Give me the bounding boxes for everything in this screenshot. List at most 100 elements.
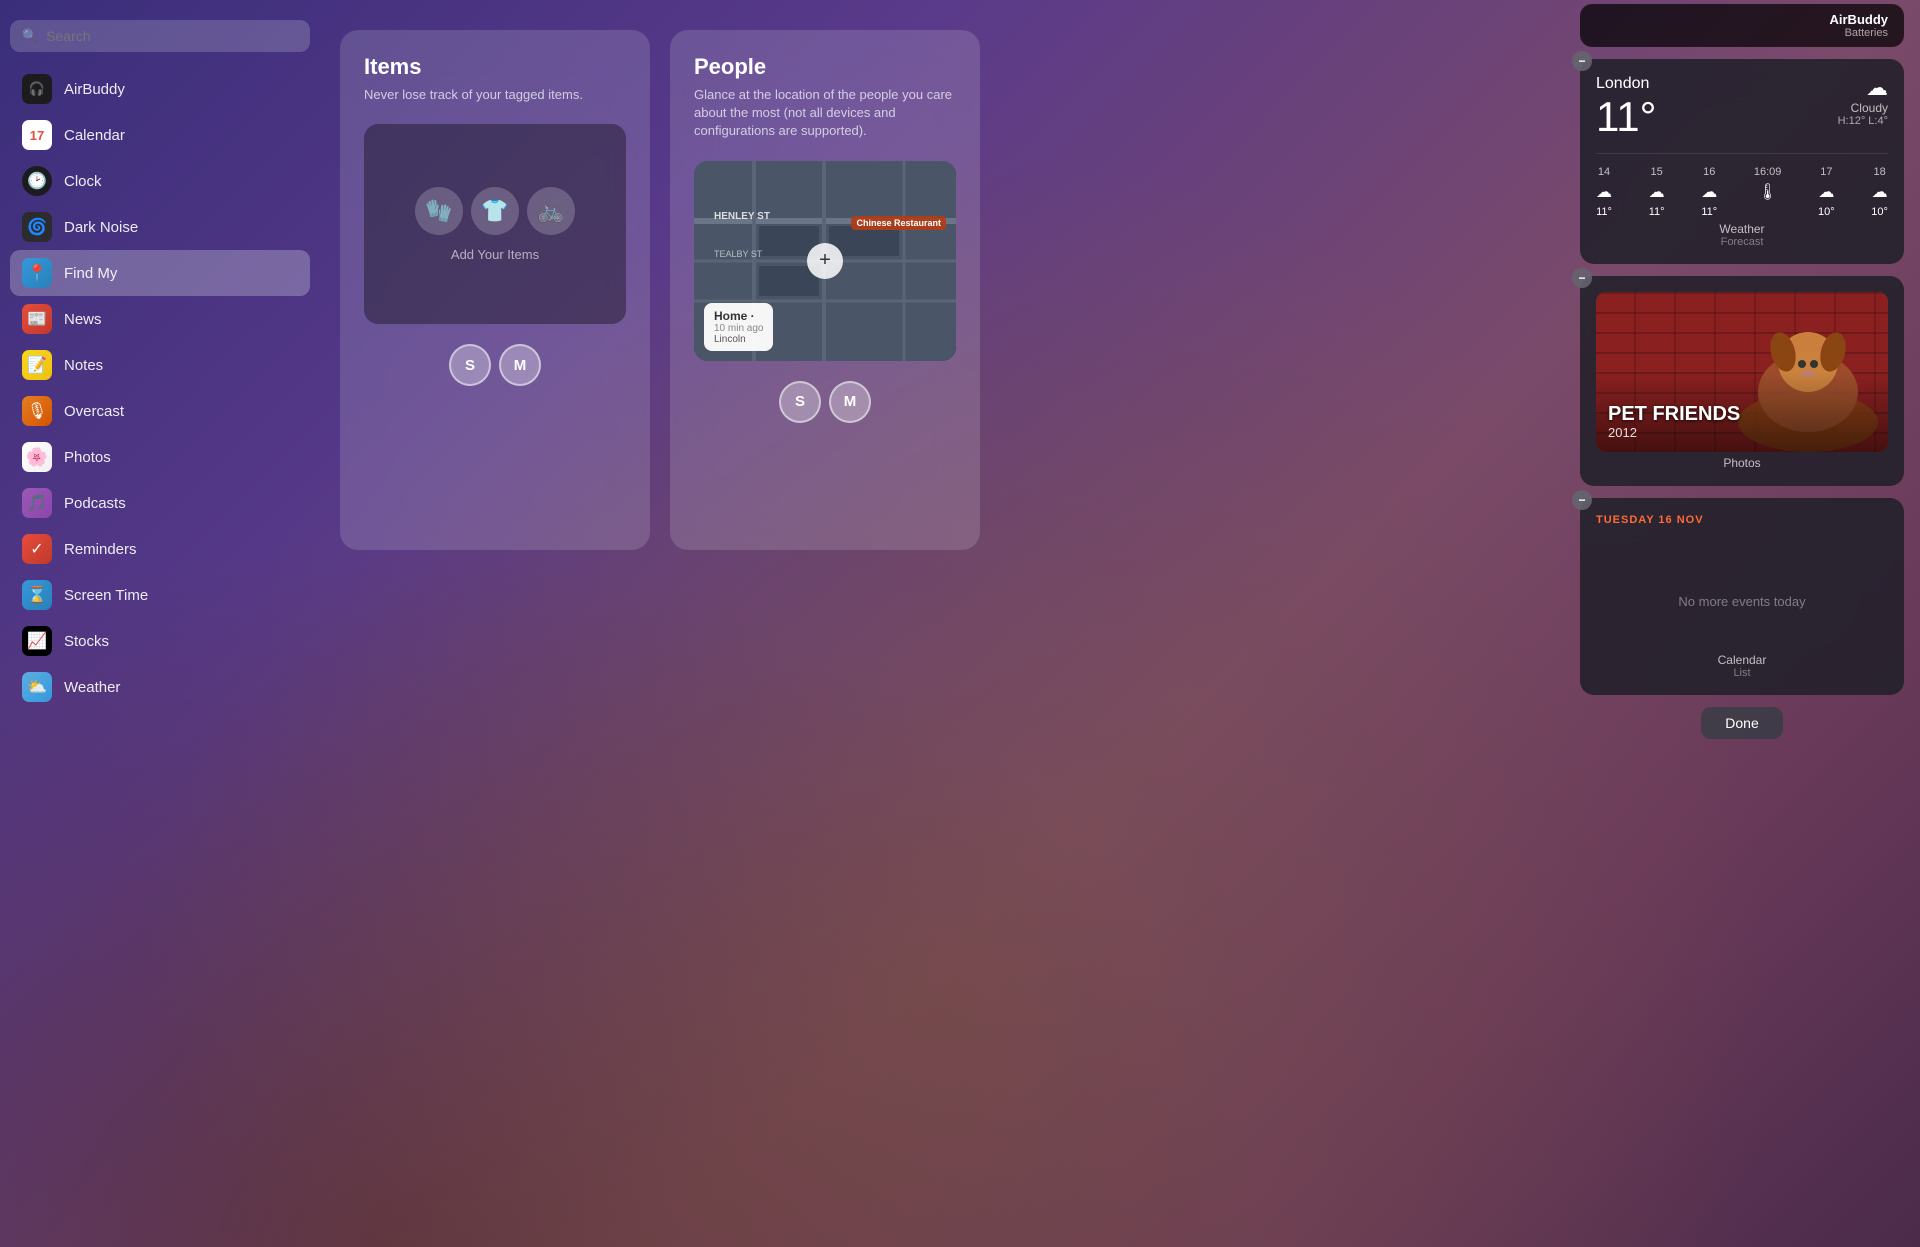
done-button[interactable]: Done — [1701, 707, 1782, 739]
calendar-app-icon: 17 — [22, 120, 52, 150]
avatar-s-items: S — [449, 344, 491, 386]
forecast-item-4: 17 ☁ 10° — [1818, 166, 1835, 218]
news-label: News — [64, 311, 102, 328]
clock-label: Clock — [64, 173, 102, 190]
forecast-temp-4: 10° — [1818, 206, 1835, 218]
search-icon: 🔍 — [22, 28, 38, 44]
no-events-text: No more events today — [1596, 534, 1888, 649]
sidebar-item-weather[interactable]: ⛅ Weather — [10, 664, 310, 710]
weather-widget: − London 11° ☁ Cloudy H:12° L:4° 14 ☁ 11… — [1580, 59, 1904, 264]
forecast-item-1: 15 ☁ 11° — [1649, 166, 1665, 218]
calendar-widget: − TUESDAY 16 NOV No more events today Ca… — [1580, 498, 1904, 695]
calendar-sublabel: List — [1596, 667, 1888, 679]
avatar-s-people: S — [779, 381, 821, 423]
airbuddy-title: AirBuddy — [1596, 12, 1888, 27]
forecast-time-2: 16 — [1703, 166, 1715, 178]
forecast-temp-0: 11° — [1596, 206, 1612, 218]
calendar-label: Calendar — [1596, 653, 1888, 667]
forecast-time-5: 18 — [1873, 166, 1885, 178]
overcast-app-icon: 🎙 — [22, 396, 52, 426]
right-panel: AirBuddy Batteries − London 11° ☁ Cloudy… — [1580, 0, 1920, 755]
map-plus-button[interactable]: + — [807, 243, 843, 279]
forecast-icon-5: ☁ — [1872, 182, 1888, 202]
weather-condition: Cloudy — [1838, 101, 1888, 115]
calendar-label: Calendar — [64, 127, 125, 144]
avatar-m-people: M — [829, 381, 871, 423]
sidebar: 🔍 🎧 AirBuddy 17 Calendar 🕑 Clock 🌀 Dark … — [0, 0, 320, 1247]
forecast-icon-2: ☁ — [1701, 182, 1717, 202]
airbuddy-app-icon: 🎧 — [22, 74, 52, 104]
item-glove-icon: 🧤 — [415, 187, 463, 235]
sidebar-item-darknoise[interactable]: 🌀 Dark Noise — [10, 204, 310, 250]
weather-high-low: H:12° L:4° — [1838, 115, 1888, 127]
sidebar-item-clock[interactable]: 🕑 Clock — [10, 158, 310, 204]
items-card: Items Never lose track of your tagged it… — [340, 30, 650, 550]
weather-city: London — [1596, 75, 1656, 93]
search-input[interactable] — [46, 28, 298, 44]
items-avatars: S M — [364, 344, 626, 386]
weather-label: Weather — [64, 679, 120, 696]
weather-temperature: 11° — [1596, 93, 1656, 141]
news-app-icon: 📰 — [22, 304, 52, 334]
screentime-app-icon: ⌛ — [22, 580, 52, 610]
podcasts-app-icon: 🎵 — [22, 488, 52, 518]
photos-image: PET FRIENDS 2012 — [1596, 292, 1888, 452]
darknoise-label: Dark Noise — [64, 219, 138, 236]
items-icons: 🧤 👕 🚲 — [415, 187, 575, 235]
photos-year: 2012 — [1608, 425, 1740, 440]
remove-calendar-button[interactable]: − — [1572, 490, 1592, 510]
sidebar-item-news[interactable]: 📰 News — [10, 296, 310, 342]
weather-cloud-icon: ☁ — [1838, 75, 1888, 101]
search-bar[interactable]: 🔍 — [10, 20, 310, 52]
overcast-label: Overcast — [64, 403, 124, 420]
sidebar-item-calendar[interactable]: 17 Calendar — [10, 112, 310, 158]
main-content: Items Never lose track of your tagged it… — [320, 0, 1580, 1247]
avatar-m-items: M — [499, 344, 541, 386]
sidebar-item-reminders[interactable]: ✓ Reminders — [10, 526, 310, 572]
sidebar-item-photos[interactable]: 🌸 Photos — [10, 434, 310, 480]
photos-app-icon: 🌸 — [22, 442, 52, 472]
forecast-icon-3: 🌡 — [1757, 182, 1777, 202]
destination: Lincoln — [714, 334, 763, 345]
forecast-icon-1: ☁ — [1649, 182, 1665, 202]
weather-forecast: 14 ☁ 11° 15 ☁ 11° 16 ☁ 11° 16:09 🌡 17 ☁ … — [1596, 153, 1888, 218]
forecast-temp-1: 11° — [1649, 206, 1665, 218]
weather-app-icon: ⛅ — [22, 672, 52, 702]
sidebar-item-podcasts[interactable]: 🎵 Podcasts — [10, 480, 310, 526]
sidebar-item-screentime[interactable]: ⌛ Screen Time — [10, 572, 310, 618]
findmy-app-icon: 📍 — [22, 258, 52, 288]
reminders-app-icon: ✓ — [22, 534, 52, 564]
photos-widget: − PET FRIENDS 2012 — [1580, 276, 1904, 486]
time-ago: 10 min ago — [714, 323, 763, 334]
photos-label: Photos — [1596, 456, 1888, 470]
map-inner: HENLEY ST TEALBY ST + Chinese Restaurant… — [694, 161, 956, 361]
forecast-item-0: 14 ☁ 11° — [1596, 166, 1612, 218]
forecast-item-3: 16:09 🌡 — [1754, 166, 1782, 218]
location-name: Home · — [714, 309, 763, 323]
forecast-item-2: 16 ☁ 11° — [1701, 166, 1717, 218]
notes-app-icon: 📝 — [22, 350, 52, 380]
sidebar-item-overcast[interactable]: 🎙 Overcast — [10, 388, 310, 434]
airbuddy-bar: AirBuddy Batteries — [1580, 4, 1904, 47]
items-title: Items — [364, 54, 626, 80]
sidebar-items: 🎧 AirBuddy 17 Calendar 🕑 Clock 🌀 Dark No… — [10, 66, 310, 710]
weather-sublabel: Forecast — [1596, 236, 1888, 248]
sidebar-item-notes[interactable]: 📝 Notes — [10, 342, 310, 388]
items-card-inner: 🧤 👕 🚲 Add Your Items — [364, 124, 626, 324]
remove-photos-button[interactable]: − — [1572, 268, 1592, 288]
add-items-label: Add Your Items — [451, 247, 539, 262]
weather-top: London 11° ☁ Cloudy H:12° L:4° — [1596, 75, 1888, 141]
forecast-icon-4: ☁ — [1818, 182, 1834, 202]
findmy-label: Find My — [64, 265, 117, 282]
photos-label: Photos — [64, 449, 111, 466]
sidebar-item-stocks[interactable]: 📈 Stocks — [10, 618, 310, 664]
forecast-time-1: 15 — [1651, 166, 1663, 178]
remove-weather-button[interactable]: − — [1572, 51, 1592, 71]
forecast-icon-0: ☁ — [1596, 182, 1612, 202]
sidebar-item-findmy[interactable]: 📍 Find My — [10, 250, 310, 296]
podcasts-label: Podcasts — [64, 495, 126, 512]
items-description: Never lose track of your tagged items. — [364, 86, 626, 104]
sidebar-item-airbuddy[interactable]: 🎧 AirBuddy — [10, 66, 310, 112]
main-layout: 🔍 🎧 AirBuddy 17 Calendar 🕑 Clock 🌀 Dark … — [0, 0, 1920, 1247]
airbuddy-subtitle: Batteries — [1596, 27, 1888, 39]
